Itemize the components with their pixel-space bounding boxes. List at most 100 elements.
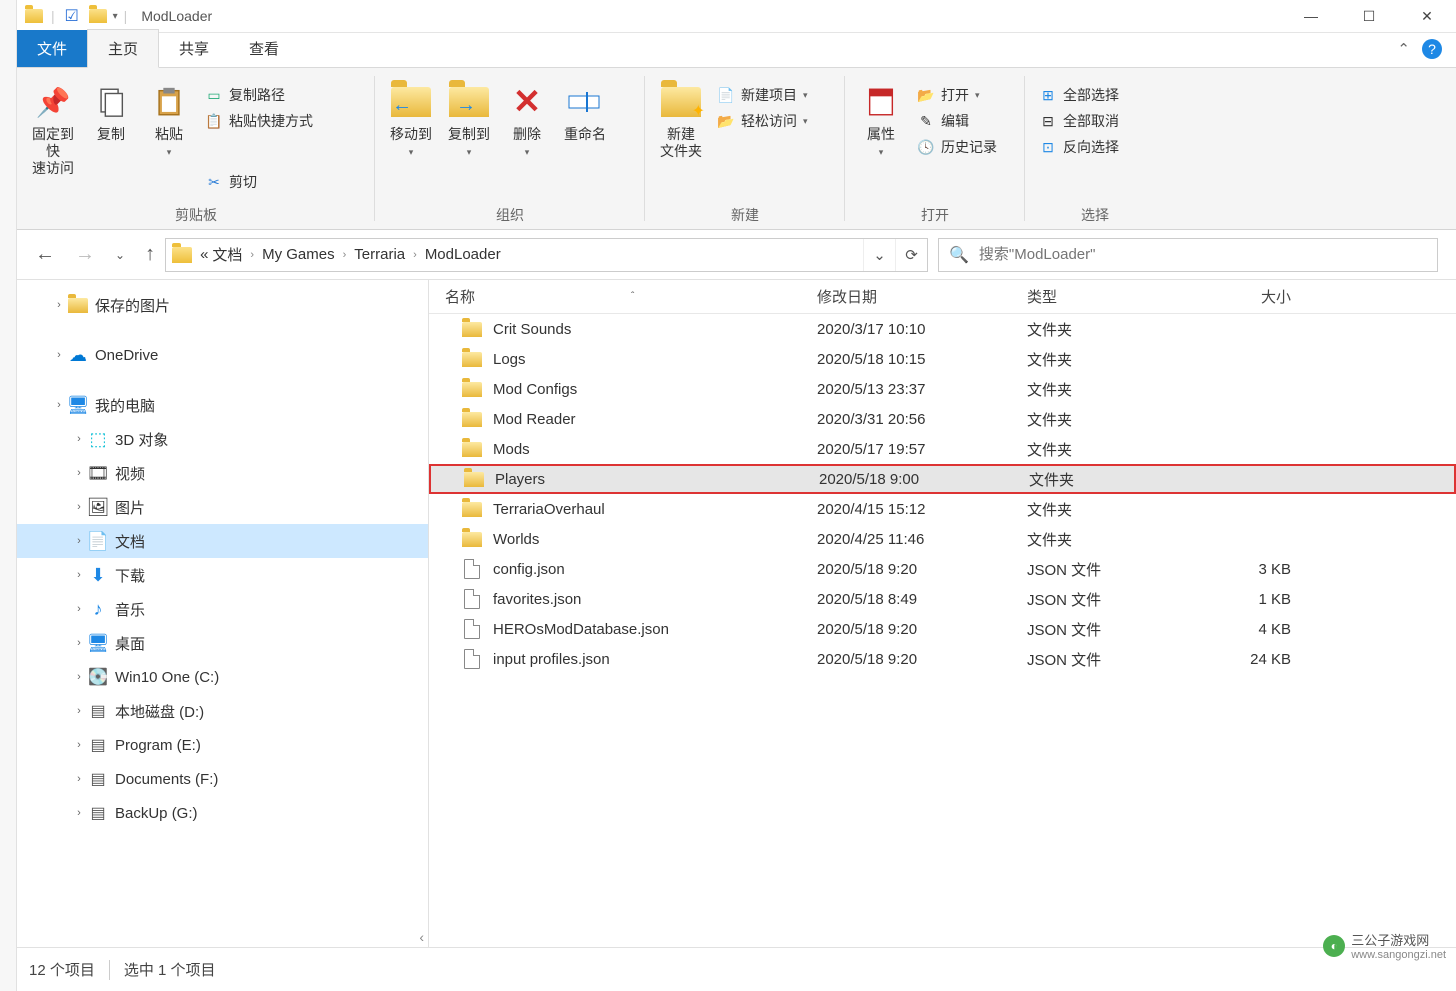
qat-properties-icon[interactable]: ☑ (59, 3, 85, 29)
file-row[interactable]: HEROsModDatabase.json 2020/5/18 9:20 JSO… (429, 614, 1456, 644)
collapse-ribbon-icon[interactable]: ⌃ (1397, 40, 1410, 58)
tree-item[interactable]: ›保存的图片 (17, 288, 428, 322)
select-none-icon: ⊟ (1039, 112, 1057, 130)
tree-item[interactable]: ›▤Documents (F:) (17, 762, 428, 796)
expand-icon[interactable]: › (71, 535, 87, 547)
invert-selection-button[interactable]: ⊡反向选择 (1035, 136, 1123, 158)
refresh-button[interactable]: ⟳ (895, 239, 927, 271)
tree-item[interactable]: ›▤BackUp (G:) (17, 796, 428, 830)
ribbon-group-open: 属性▾ 📂打开 ▾ ✎编辑 🕓历史记录 打开 (845, 68, 1025, 229)
copy-to-icon: → (449, 82, 489, 122)
expand-icon[interactable]: › (71, 705, 87, 717)
chevron-right-icon[interactable]: › (246, 249, 258, 261)
pin-to-quick-access-button[interactable]: 📌 固定到快 速访问 (27, 78, 79, 176)
expand-icon[interactable]: › (71, 637, 87, 649)
open-button[interactable]: 📂打开 ▾ (913, 84, 1001, 106)
rename-button[interactable]: 重命名 (559, 78, 611, 143)
breadcrumb-item[interactable]: ModLoader (425, 246, 501, 263)
expand-icon[interactable]: › (71, 501, 87, 513)
tree-item[interactable]: ›⬇下载 (17, 558, 428, 592)
tree-item[interactable]: ›⬚3D 对象 (17, 422, 428, 456)
file-row[interactable]: TerrariaOverhaul 2020/4/15 15:12 文件夹 (429, 494, 1456, 524)
tree-item[interactable]: ›🖥桌面 (17, 626, 428, 660)
paste-shortcut-button[interactable]: 📋粘贴快捷方式 (201, 110, 317, 132)
expand-icon[interactable]: › (71, 773, 87, 785)
tab-share[interactable]: 共享 (159, 30, 229, 67)
expand-icon[interactable]: › (71, 433, 87, 445)
up-button[interactable]: ↑ (145, 243, 155, 266)
breadcrumb-item[interactable]: Terraria (354, 246, 405, 263)
copy-button[interactable]: 复制 (85, 78, 137, 143)
paste-button[interactable]: 粘贴 ▾ (143, 78, 195, 158)
address-bar[interactable]: « 文档 › My Games › Terraria › ModLoader ⌄… (165, 238, 928, 272)
expand-icon[interactable]: › (51, 299, 67, 311)
expand-icon[interactable]: › (71, 569, 87, 581)
copy-path-button[interactable]: ▭复制路径 (201, 84, 317, 106)
file-row[interactable]: Logs 2020/5/18 10:15 文件夹 (429, 344, 1456, 374)
back-button[interactable]: ← (35, 243, 55, 266)
file-row[interactable]: favorites.json 2020/5/18 8:49 JSON 文件 1 … (429, 584, 1456, 614)
expand-icon[interactable]: › (51, 349, 67, 361)
file-row[interactable]: Mod Configs 2020/5/13 23:37 文件夹 (429, 374, 1456, 404)
tab-view[interactable]: 查看 (229, 30, 299, 67)
cut-button[interactable]: ✂剪切 (201, 171, 317, 193)
minimize-button[interactable]: ― (1282, 0, 1340, 33)
tree-item[interactable]: ›🎞视频 (17, 456, 428, 490)
expand-icon[interactable]: › (51, 399, 67, 411)
easy-access-button[interactable]: 📂轻松访问 ▾ (713, 110, 812, 132)
file-row[interactable]: Mod Reader 2020/3/31 20:56 文件夹 (429, 404, 1456, 434)
copy-to-button[interactable]: → 复制到▾ (443, 78, 495, 158)
chevron-right-icon[interactable]: › (409, 249, 421, 261)
file-row[interactable]: input profiles.json 2020/5/18 9:20 JSON … (429, 644, 1456, 674)
explorer-window: | ☑ ▾ | ModLoader ― ☐ ✕ 文件 主页 共享 查看 ⌃ ? … (16, 0, 1456, 991)
tree-item[interactable]: ›▤本地磁盘 (D:) (17, 694, 428, 728)
file-row[interactable]: config.json 2020/5/18 9:20 JSON 文件 3 KB (429, 554, 1456, 584)
column-header-name[interactable]: 名称ˆ (437, 286, 809, 307)
column-header-type[interactable]: 类型 (1019, 286, 1179, 307)
properties-button[interactable]: 属性▾ (855, 78, 907, 158)
history-button[interactable]: 🕓历史记录 (913, 136, 1001, 158)
expand-icon[interactable]: › (71, 467, 87, 479)
tab-file[interactable]: 文件 (17, 30, 87, 67)
help-icon[interactable]: ? (1422, 39, 1442, 59)
file-date: 2020/3/17 10:10 (809, 321, 1019, 338)
file-row[interactable]: Worlds 2020/4/25 11:46 文件夹 (429, 524, 1456, 554)
move-to-button[interactable]: ← 移动到▾ (385, 78, 437, 158)
expand-icon[interactable]: › (71, 603, 87, 615)
expand-icon[interactable]: › (71, 739, 87, 751)
qat-more-icon[interactable]: ▾ (113, 11, 118, 22)
tree-item[interactable]: ›📄文档 (17, 524, 428, 558)
recent-locations-button[interactable]: ⌄ (115, 248, 125, 262)
tree-item[interactable]: ›🖥我的电脑 (17, 388, 428, 422)
chevron-right-icon[interactable]: › (339, 249, 351, 261)
select-all-button[interactable]: ⊞全部选择 (1035, 84, 1123, 106)
close-button[interactable]: ✕ (1398, 0, 1456, 33)
qat-new-folder-icon[interactable] (85, 3, 111, 29)
tree-item[interactable]: ›▤Program (E:) (17, 728, 428, 762)
maximize-button[interactable]: ☐ (1340, 0, 1398, 33)
tree-item[interactable]: ›☁OneDrive (17, 338, 428, 372)
select-none-button[interactable]: ⊟全部取消 (1035, 110, 1123, 132)
search-input[interactable] (979, 246, 1427, 263)
column-header-size[interactable]: 大小 (1179, 286, 1299, 307)
breadcrumb-item[interactable]: 文档 (212, 244, 242, 265)
file-row[interactable]: Crit Sounds 2020/3/17 10:10 文件夹 (429, 314, 1456, 344)
expand-icon[interactable]: › (71, 671, 87, 683)
search-icon: 🔍 (949, 245, 969, 265)
forward-button[interactable]: → (75, 243, 95, 266)
edit-button[interactable]: ✎编辑 (913, 110, 1001, 132)
tab-home[interactable]: 主页 (87, 29, 159, 68)
search-box[interactable]: 🔍 (938, 238, 1438, 272)
tree-item[interactable]: ›♪音乐 (17, 592, 428, 626)
expand-icon[interactable]: › (71, 807, 87, 819)
tree-item[interactable]: ›🖼图片 (17, 490, 428, 524)
address-dropdown-button[interactable]: ⌄ (863, 239, 895, 271)
delete-button[interactable]: ✕ 删除▾ (501, 78, 553, 158)
new-folder-button[interactable]: ✦ 新建 文件夹 (655, 78, 707, 160)
file-row[interactable]: Players 2020/5/18 9:00 文件夹 (429, 464, 1456, 494)
breadcrumb-item[interactable]: My Games (262, 246, 335, 263)
file-row[interactable]: Mods 2020/5/17 19:57 文件夹 (429, 434, 1456, 464)
column-header-date[interactable]: 修改日期 (809, 286, 1019, 307)
tree-item[interactable]: ›💽Win10 One (C:) (17, 660, 428, 694)
new-item-button[interactable]: 📄新建项目 ▾ (713, 84, 812, 106)
